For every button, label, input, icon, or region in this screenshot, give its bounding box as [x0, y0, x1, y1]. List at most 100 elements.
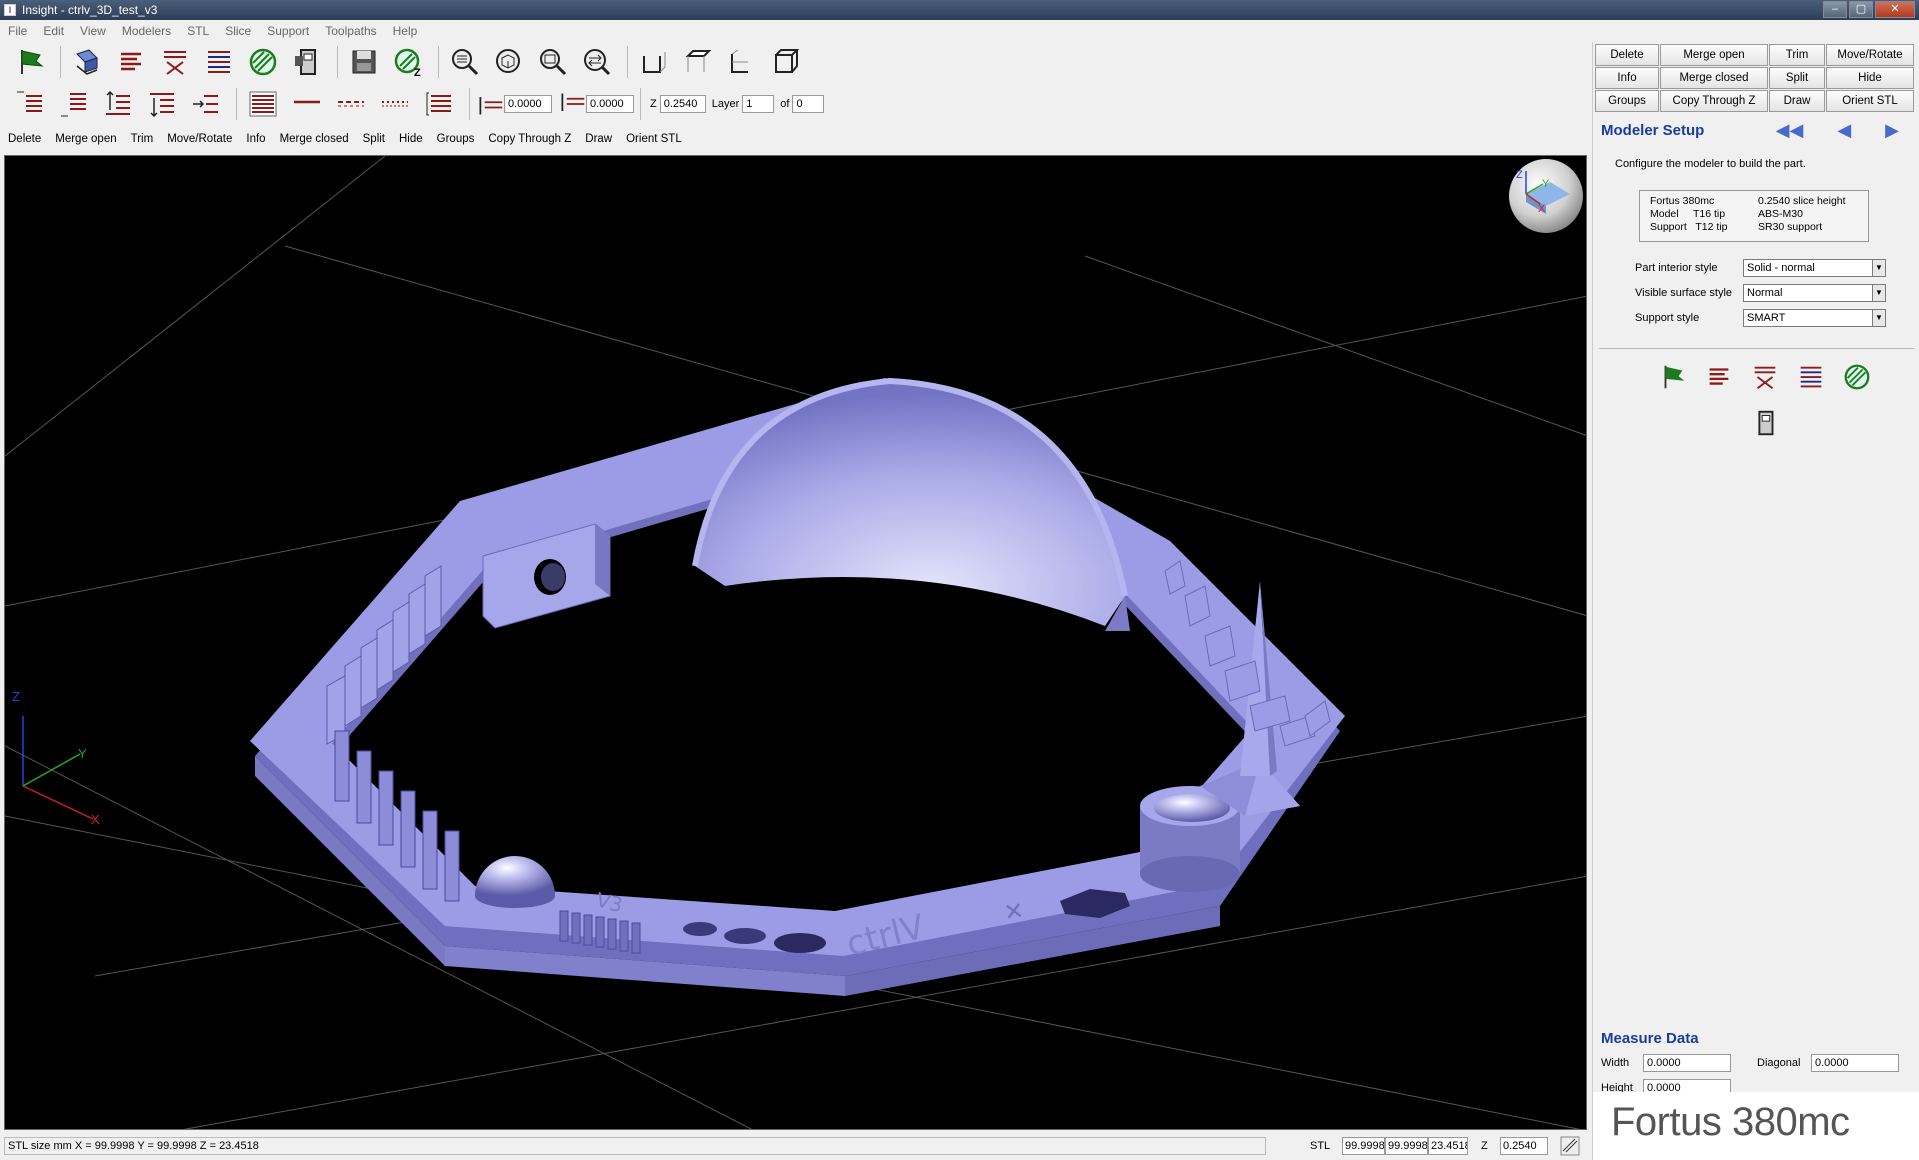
cmd-groups[interactable]: Groups — [437, 133, 475, 145]
layer-down-button[interactable] — [54, 86, 94, 122]
cmd-move-rotate[interactable]: Move/Rotate — [167, 133, 232, 145]
single-layer-button[interactable] — [287, 86, 327, 122]
grid-draw-button[interactable]: Draw — [1769, 90, 1825, 112]
previous-step-icon[interactable]: ◀ — [1837, 120, 1851, 141]
cmd-split[interactable]: Split — [363, 133, 385, 145]
layer-range-button[interactable] — [419, 86, 459, 122]
menu-support[interactable]: Support — [259, 24, 317, 38]
grid-hide-button[interactable]: Hide — [1826, 67, 1914, 89]
menu-toolpaths[interactable]: Toolpaths — [317, 24, 384, 38]
cube-front-icon — [643, 52, 666, 73]
cmd-merge-closed[interactable]: Merge closed — [280, 133, 349, 145]
grid-trim-button[interactable]: Trim — [1769, 44, 1825, 66]
offset-field-1[interactable] — [504, 95, 552, 113]
of-label: of — [780, 98, 790, 110]
menu-file[interactable]: File — [0, 24, 35, 38]
view-iso-button[interactable] — [766, 44, 806, 80]
grid-delete-button[interactable]: Delete — [1595, 44, 1659, 66]
z-field[interactable] — [659, 95, 706, 113]
support-style-select[interactable]: SMART ▼ — [1743, 309, 1886, 327]
cmd-orient-stl[interactable]: Orient STL — [626, 133, 682, 145]
grid-move-rotate-button[interactable]: Move/Rotate — [1826, 44, 1914, 66]
chevron-down-icon[interactable]: ▼ — [1872, 284, 1886, 302]
menu-stl[interactable]: STL — [179, 24, 217, 38]
arrow-up-layers-icon — [106, 90, 130, 115]
menu-view[interactable]: View — [72, 24, 114, 38]
grid-split-button[interactable]: Split — [1769, 67, 1825, 89]
menu-modelers[interactable]: Modelers — [114, 24, 179, 38]
separator — [236, 88, 237, 120]
slice-height: 0.2540 slice height — [1758, 195, 1846, 207]
save-button[interactable] — [344, 44, 384, 80]
command-grid: Delete Merge open Trim Move/Rotate Info … — [1595, 44, 1914, 112]
chevron-down-icon[interactable]: ▼ — [1872, 259, 1886, 277]
menu-slice[interactable]: Slice — [217, 24, 259, 38]
view-side-button[interactable] — [722, 44, 762, 80]
grid-info-button[interactable]: Info — [1595, 67, 1659, 89]
setup-step-button[interactable] — [1656, 360, 1690, 394]
grid-copy-through-z-button[interactable]: Copy Through Z — [1660, 90, 1768, 112]
cmd-info[interactable]: Info — [246, 133, 265, 145]
next-step-icon[interactable]: ▶ — [1885, 120, 1899, 141]
modeler-setup-button[interactable] — [10, 44, 50, 80]
cmd-copy-through-z[interactable]: Copy Through Z — [488, 133, 571, 145]
slice-status-icon[interactable] — [1560, 1136, 1580, 1156]
grid-merge-open-button[interactable]: Merge open — [1660, 44, 1768, 66]
move-up-button[interactable] — [98, 86, 138, 122]
zoom-all-button[interactable] — [489, 44, 529, 80]
view-top-button[interactable] — [678, 44, 718, 80]
layer-count-field[interactable] — [792, 95, 825, 113]
support-button[interactable] — [155, 44, 195, 80]
slice-step-button[interactable] — [1702, 360, 1736, 394]
visible-surface-label: Visible surface style — [1635, 287, 1733, 299]
cmd-draw[interactable]: Draw — [585, 133, 612, 145]
grid-groups-button[interactable]: Groups — [1595, 90, 1659, 112]
layer-field[interactable] — [742, 95, 775, 113]
cmd-trim[interactable]: Trim — [131, 133, 154, 145]
toolpaths-step-button[interactable] — [1794, 360, 1828, 394]
zoom-out-button[interactable] — [533, 44, 573, 80]
dashed-layer-button[interactable] — [331, 86, 371, 122]
zoom-window-button[interactable] — [445, 44, 485, 80]
support-style-row: Support style SMART ▼ — [1635, 308, 1915, 328]
minimize-button[interactable]: – — [1823, 1, 1847, 18]
printer-icon — [1758, 410, 1774, 436]
build-step-button[interactable] — [1748, 406, 1782, 440]
visible-surface-select[interactable]: Normal ▼ — [1743, 284, 1886, 302]
support-step-button[interactable] — [1748, 360, 1782, 394]
orient-stl-button[interactable] — [67, 44, 107, 80]
sparse-fill-button[interactable] — [243, 44, 283, 80]
build-button[interactable] — [287, 44, 327, 80]
menu-edit[interactable]: Edit — [35, 24, 72, 38]
title-bar: I Insight - ctrlv_3D_test_v3 – ▢ ✕ — [0, 0, 1919, 20]
axis-triad — [22, 716, 94, 820]
menu-help[interactable]: Help — [385, 24, 426, 38]
part-interior-select[interactable]: Solid - normal ▼ — [1743, 259, 1886, 277]
view-front-button[interactable] — [634, 44, 674, 80]
dotted-layer-button[interactable] — [375, 86, 415, 122]
layer-up-button[interactable] — [10, 86, 50, 122]
machine-summary: Fortus 380mc 0.2540 slice height Model T1… — [1639, 190, 1869, 242]
first-step-icon[interactable]: ◀◀ — [1776, 120, 1804, 141]
cmd-delete[interactable]: Delete — [8, 133, 41, 145]
move-down-button[interactable] — [142, 86, 182, 122]
status-bar: STL size mm X = 99.9998 Y = 99.9998 Z = … — [0, 1135, 1590, 1157]
grid-orient-stl-button[interactable]: Orient STL — [1826, 90, 1914, 112]
window-title: Insight - ctrlv_3D_test_v3 — [22, 3, 158, 17]
cmd-merge-open[interactable]: Merge open — [55, 133, 116, 145]
cube-iso-icon — [775, 49, 800, 73]
zoom-swap-button[interactable] — [577, 44, 617, 80]
fill-step-button[interactable] — [1840, 360, 1874, 394]
close-button[interactable]: ✕ — [1875, 1, 1915, 18]
fill-z-button[interactable]: Z — [388, 44, 428, 80]
grid-merge-closed-button[interactable]: Merge closed — [1660, 67, 1768, 89]
maximize-button[interactable]: ▢ — [1849, 1, 1873, 18]
insert-layer-button[interactable] — [186, 86, 226, 122]
toolpaths-button[interactable] — [199, 44, 239, 80]
all-curves-button[interactable] — [243, 86, 283, 122]
cmd-hide[interactable]: Hide — [399, 133, 423, 145]
offset-field-2[interactable] — [586, 95, 634, 113]
slice-button[interactable] — [111, 44, 151, 80]
chevron-down-icon[interactable]: ▼ — [1872, 309, 1886, 327]
3d-viewport[interactable]: Z Y X ctrlV V3 ✕ Z Y X — [4, 155, 1587, 1130]
